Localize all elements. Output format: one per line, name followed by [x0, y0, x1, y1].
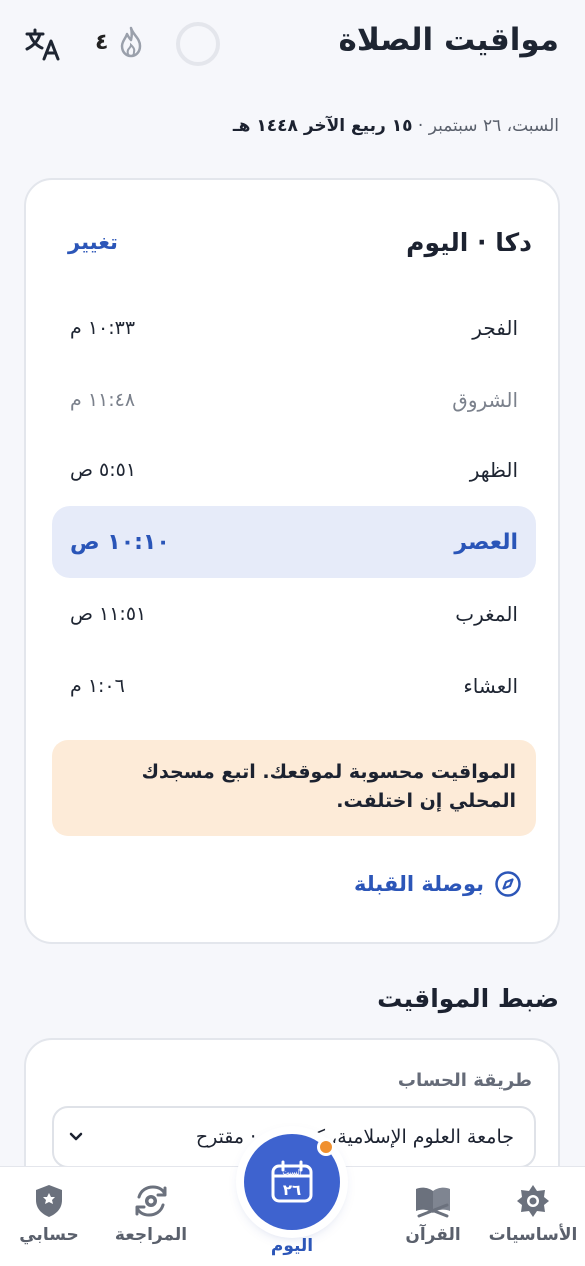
prayer-time: ١١:٤٨ م: [70, 389, 136, 411]
location-title: دكا · اليوم: [406, 228, 532, 257]
nav-label: المراجعة: [114, 1225, 188, 1245]
prayer-name: العشاء: [463, 674, 518, 698]
compass-icon: [495, 871, 521, 897]
prayer-name: العصر: [454, 529, 518, 555]
nav-label: القرآن: [405, 1225, 461, 1245]
nav-item-account[interactable]: حسابي: [0, 1183, 104, 1245]
method-label: طريقة الحساب: [397, 1070, 532, 1091]
nav-item-basics[interactable]: الأساسيات: [478, 1183, 585, 1245]
prayer-row-sunrise: الشروق ١١:٤٨ م: [52, 364, 536, 436]
translate-button[interactable]: [22, 24, 64, 64]
location-notice: المواقيت محسوبة لموقعك. اتبع مسجدك المحل…: [52, 740, 536, 836]
prayer-row-asr-current: العصر ١٠:١٠ ص: [52, 506, 536, 578]
date-line: السبت، ٢٦ سبتمبر · ١٥ ربيع الآخر ١٤٤٨ هـ: [233, 116, 559, 136]
prayer-row-isha: العشاء ١:٠٦ م: [52, 650, 536, 722]
prayer-name: الفجر: [472, 316, 518, 340]
shield-icon: [36, 1185, 62, 1217]
nav-label: حسابي: [19, 1225, 79, 1245]
prayer-time: ١١:٥١ ص: [70, 603, 147, 625]
prayer-time: ١٠:١٠ ص: [70, 529, 170, 555]
calendar-weekday: السبت: [282, 1169, 301, 1177]
section-title-adjust: ضبط المواقيت: [377, 984, 559, 1013]
change-location-button[interactable]: تغيير: [68, 230, 118, 254]
streak-count: ٤: [95, 29, 109, 55]
gregorian-date: السبت، ٢٦ سبتمبر: [428, 116, 559, 136]
streak-counter[interactable]: ٤: [95, 26, 144, 58]
header: مواقيت الصلاة ٤: [0, 0, 585, 90]
notification-dot: [317, 1138, 335, 1156]
prayer-name: المغرب: [455, 602, 518, 626]
prayer-row-fajr: الفجر ١٠:٣٣ م: [52, 292, 536, 364]
prayer-time: ٥:٥١ ص: [70, 459, 137, 481]
mosque-star-icon: [517, 1185, 549, 1217]
prayer-times-card: دكا · اليوم تغيير الفجر ١٠:٣٣ م الشروق ١…: [24, 178, 560, 944]
qibla-compass-button[interactable]: بوصلة القبلة: [354, 870, 522, 898]
calendar-icon: السبت ٢٦: [271, 1160, 313, 1203]
prayer-row-dhuhr: الظهر ٥:٥١ ص: [52, 434, 536, 506]
chevron-down-icon: [69, 1132, 83, 1141]
page-title: مواقيت الصلاة: [338, 22, 559, 58]
prayer-time: ١٠:٣٣ م: [70, 317, 136, 339]
translate-icon: [25, 28, 60, 61]
method-value: جامعة العلوم الإسلامية، كراتشي · مقترح: [195, 1126, 514, 1148]
prayer-row-maghrib: المغرب ١١:٥١ ص: [52, 578, 536, 650]
flame-icon: [121, 26, 142, 58]
quran-icon: [416, 1187, 450, 1218]
today-label: اليوم: [270, 1236, 314, 1256]
date-separator: ·: [412, 116, 429, 136]
calendar-day: ٢٦: [283, 1181, 301, 1199]
hijri-date: ١٥ ربيع الآخر ١٤٤٨ هـ: [232, 116, 413, 136]
qibla-label: بوصلة القبلة: [353, 872, 484, 896]
daily-progress-ring[interactable]: [176, 22, 220, 66]
prayer-name: الشروق: [452, 388, 518, 412]
review-cycle-icon: [135, 1185, 167, 1217]
prayer-name: الظهر: [469, 458, 518, 482]
nav-item-review[interactable]: المراجعة: [96, 1183, 206, 1245]
nav-label: الأساسيات: [488, 1225, 578, 1245]
nav-item-quran[interactable]: القرآن: [378, 1183, 488, 1245]
prayer-time: ١:٠٦ م: [70, 675, 125, 697]
